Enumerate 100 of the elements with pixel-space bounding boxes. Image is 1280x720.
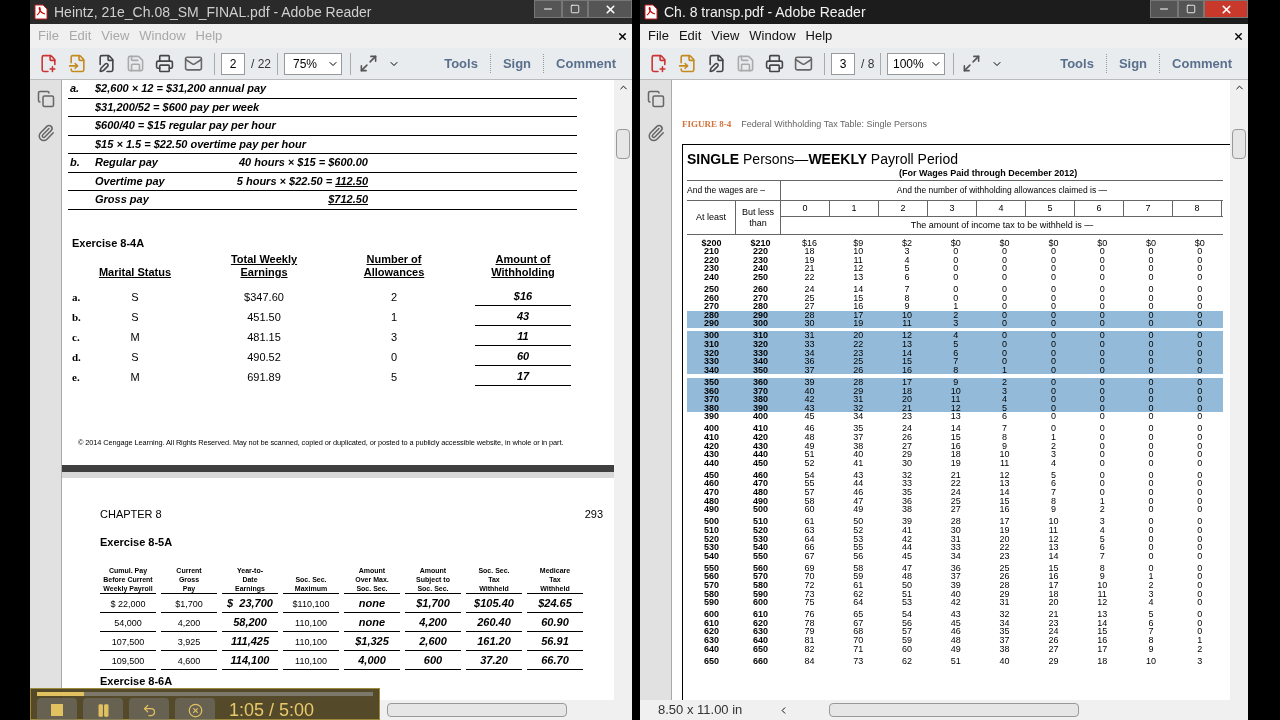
menu-item[interactable]: Edit [674, 26, 706, 46]
table-cell-text: 12 [1096, 598, 1109, 607]
mail-icon[interactable] [184, 54, 203, 73]
table-cell-text: S [130, 309, 140, 325]
table-cell-text: 7 [1001, 424, 1009, 433]
table-cell-text: 49 [803, 441, 816, 451]
menu-item[interactable]: View [707, 26, 744, 46]
table-cell-text: 5 [1001, 403, 1009, 413]
vertical-scrollbar[interactable] [1230, 80, 1248, 700]
menu-item[interactable]: File [644, 26, 673, 46]
vertical-scrollbar[interactable] [614, 80, 632, 700]
pause-button[interactable] [83, 698, 123, 720]
mail-icon[interactable] [794, 54, 813, 73]
scrollbar-thumb[interactable] [616, 129, 630, 159]
create-pdf-icon[interactable] [649, 54, 668, 73]
pages-icon[interactable] [646, 90, 665, 108]
scrollbar-thumb[interactable] [829, 703, 1079, 717]
table-cell-text: 2 [389, 289, 399, 305]
table-cell-text: 500 [752, 505, 769, 514]
table-cell-text: 220 [703, 255, 720, 265]
import-icon[interactable] [678, 54, 697, 73]
close-document-icon[interactable] [1233, 30, 1244, 42]
menu-item[interactable]: Window [745, 26, 800, 46]
table-cell-text: 14 [949, 424, 962, 433]
table-cell-text: 21 [803, 264, 816, 273]
minimize-button[interactable] [1150, 0, 1178, 18]
calculation-text: $2,600 × 12 = $31,200 annual pay [95, 81, 267, 96]
table-cell-text: 12 [998, 470, 1011, 480]
table-cell-text: 0 [1001, 357, 1009, 366]
maximize-button[interactable] [1178, 0, 1204, 18]
scrollbar-thumb[interactable] [1232, 129, 1246, 159]
fit-page-icon[interactable] [962, 54, 982, 73]
maximize-icon [1186, 4, 1196, 14]
close-button[interactable] [588, 0, 632, 18]
row-label: e. [72, 369, 81, 385]
table-cell-text: $347.60 [243, 289, 285, 305]
table-cell-text: 16 [901, 365, 913, 375]
toolbar-tab[interactable]: Comment [1159, 53, 1244, 74]
progress-track[interactable] [37, 692, 373, 696]
close-button[interactable] [1204, 0, 1248, 18]
table-cell-text: 0 [1147, 563, 1155, 573]
import-icon[interactable] [68, 54, 87, 73]
print-icon[interactable] [765, 54, 784, 73]
table-cell-text: 47 [852, 496, 865, 506]
table-cell-text: 64 [852, 598, 865, 607]
edit-document-icon[interactable] [97, 54, 116, 73]
table-cell-text: 16 [998, 505, 1011, 514]
close-document-icon[interactable] [617, 30, 628, 42]
table-cell-text: 0 [1049, 403, 1057, 413]
table-cell-text: 0 [1148, 247, 1154, 256]
toolbar-tab[interactable]: Comment [543, 53, 628, 74]
scrollbar-thumb[interactable] [387, 703, 567, 717]
stop-button[interactable] [37, 698, 77, 720]
edit-document-icon[interactable] [707, 54, 726, 73]
table-cell-text: 66 [803, 543, 816, 552]
column-group-header: And the wages are – [687, 181, 781, 200]
print-icon[interactable] [155, 54, 174, 73]
table-cell-text: 25 [998, 563, 1011, 573]
pages-icon[interactable] [36, 90, 55, 108]
table-cell-text: $0 [1193, 238, 1206, 248]
table-cell-text: 0 [1196, 458, 1204, 468]
table-cell-text: 64 [803, 534, 816, 544]
toolbar-tab[interactable]: Tools [432, 53, 490, 74]
column-header: Marital Status [98, 266, 172, 279]
toolbar-tab[interactable]: Tools [1048, 53, 1106, 74]
table-cell-text: 38 [901, 505, 913, 514]
page-number-field[interactable]: 3 [831, 52, 855, 75]
table-cell-text: 7 [1049, 488, 1057, 497]
table-cell-text: 1 [389, 309, 399, 325]
table-cell-text: 3 [1196, 656, 1204, 666]
toolbar-tab[interactable]: Sign [489, 53, 544, 74]
table-cell-text: 0 [1147, 412, 1155, 421]
table-cell-text: 28 [949, 517, 962, 526]
calculation-text: 40 hours × $15 = $600.00 [238, 155, 368, 170]
minimize-button[interactable] [534, 0, 562, 18]
create-pdf-icon[interactable] [39, 54, 58, 73]
table-cell-text: 76 [803, 610, 816, 619]
table-cell-text: 47 [901, 563, 913, 573]
toolbar-tab[interactable]: Sign [1105, 53, 1160, 74]
attachment-icon[interactable] [36, 124, 55, 142]
page-number-field[interactable]: 2 [221, 52, 245, 75]
table-cell-text: 0 [1098, 403, 1106, 413]
table-cell: 43 [475, 308, 571, 326]
zoom-field[interactable]: 100% [887, 52, 946, 75]
zoom-field[interactable]: 75% [284, 52, 342, 75]
table-cell-text: 70 [803, 572, 816, 581]
menu-item[interactable]: Help [801, 26, 837, 46]
maximize-button[interactable] [562, 0, 588, 18]
undo-button[interactable] [129, 698, 169, 720]
table-cell: $16 [475, 288, 571, 306]
table-cell-text: 40 [949, 589, 962, 599]
table-cell-text: 8 [952, 365, 960, 375]
table-cell-text: 19 [949, 458, 962, 468]
fit-page-icon[interactable] [359, 54, 378, 73]
table-cell-text: 29 [1047, 656, 1060, 666]
table-cell-text: 420 [703, 441, 720, 451]
table-cell-text: 0 [1196, 534, 1204, 544]
close-button[interactable] [175, 698, 215, 720]
attachment-icon[interactable] [646, 124, 665, 142]
table-cell-text: 220 [752, 247, 769, 256]
